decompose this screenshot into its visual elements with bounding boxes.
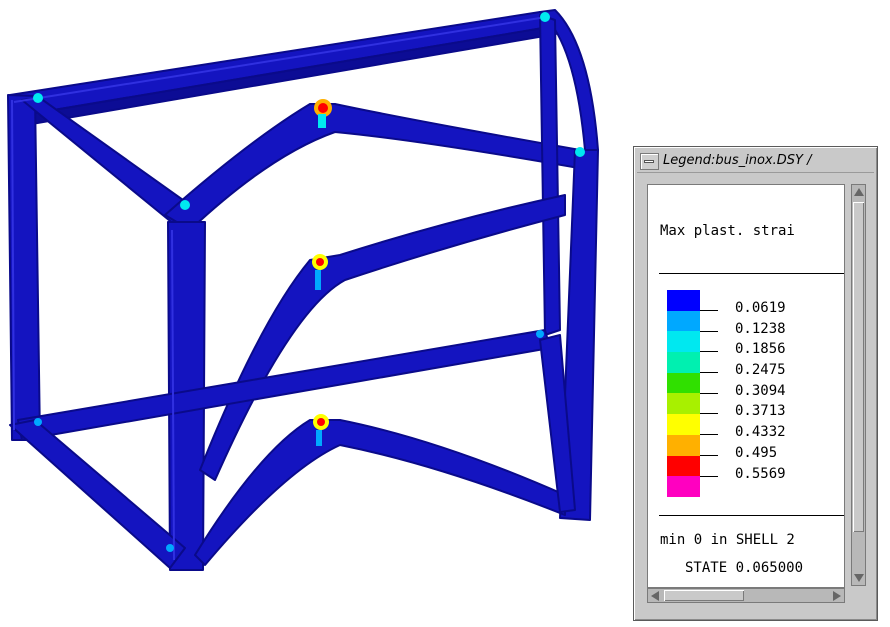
legend-title-bar[interactable]: Legend:bus_inox.DSY / (637, 150, 874, 173)
horizontal-scroll-thumb[interactable] (664, 590, 744, 601)
scroll-right-icon[interactable] (833, 591, 841, 601)
legend-min-text: min 0 in SHELL 2 (660, 532, 795, 548)
right-rear-post (539, 14, 561, 336)
scale-value: 0.1856 (735, 341, 786, 358)
scale-value: 0.3094 (735, 382, 786, 399)
divider (659, 515, 844, 516)
model-viewport[interactable] (0, 0, 630, 627)
legend-heading: Max plast. strai (660, 223, 795, 239)
scrollbar-corner (851, 588, 866, 603)
divider (659, 273, 844, 274)
bottom-arch (194, 419, 566, 566)
scale-value: 0.5569 (735, 465, 786, 482)
color-swatch (667, 331, 700, 353)
legend-panel: Max plast. strai 0.0619 0.1238 0.1856 0.247… (647, 184, 845, 588)
scale-value: 0.1238 (735, 320, 786, 337)
bottom-left-beam (9, 419, 186, 569)
scale-tick (700, 475, 718, 477)
scale-value: 0.4332 (735, 424, 786, 441)
scale-tick (700, 454, 718, 456)
scale-tick (700, 310, 718, 311)
top-left-beam (21, 97, 191, 226)
scroll-down-icon[interactable] (854, 574, 864, 582)
color-swatch (667, 393, 700, 415)
color-swatch (667, 414, 700, 435)
color-swatch (667, 290, 700, 311)
scale-tick (700, 413, 718, 415)
vertical-scrollbar[interactable] (851, 184, 866, 586)
color-swatch (667, 434, 700, 456)
color-swatch (667, 455, 700, 477)
top-rear-beam-side (17, 25, 557, 127)
top-rear-beam (9, 11, 556, 117)
scale-value: 0.3713 (735, 403, 786, 420)
color-swatch (667, 352, 700, 373)
scroll-left-icon[interactable] (651, 591, 659, 601)
scroll-up-icon[interactable] (854, 188, 864, 196)
scale-tick (700, 434, 718, 436)
color-swatch (667, 310, 700, 332)
window-menu-button[interactable] (640, 153, 659, 170)
color-swatch (667, 476, 700, 497)
scale-value: 0.2475 (735, 362, 786, 379)
window-menu-icon (644, 160, 654, 163)
vertical-scroll-thumb[interactable] (853, 202, 864, 532)
scale-tick (700, 330, 718, 332)
scale-tick (700, 372, 718, 374)
bus-frame-model (7, 9, 599, 571)
scale-value: 0.0619 (735, 300, 786, 316)
window-title: Legend:bus_inox.DSY / (663, 153, 812, 168)
horizontal-scrollbar[interactable] (647, 588, 845, 603)
scale-tick (700, 351, 718, 353)
legend-state-text: STATE 0.065000 (685, 560, 804, 576)
color-swatch (667, 372, 700, 394)
scale-tick (700, 392, 718, 394)
legend-window: Legend:bus_inox.DSY / Max plast. strai 0… (633, 146, 878, 621)
scale-value: 0.495 (735, 444, 778, 461)
